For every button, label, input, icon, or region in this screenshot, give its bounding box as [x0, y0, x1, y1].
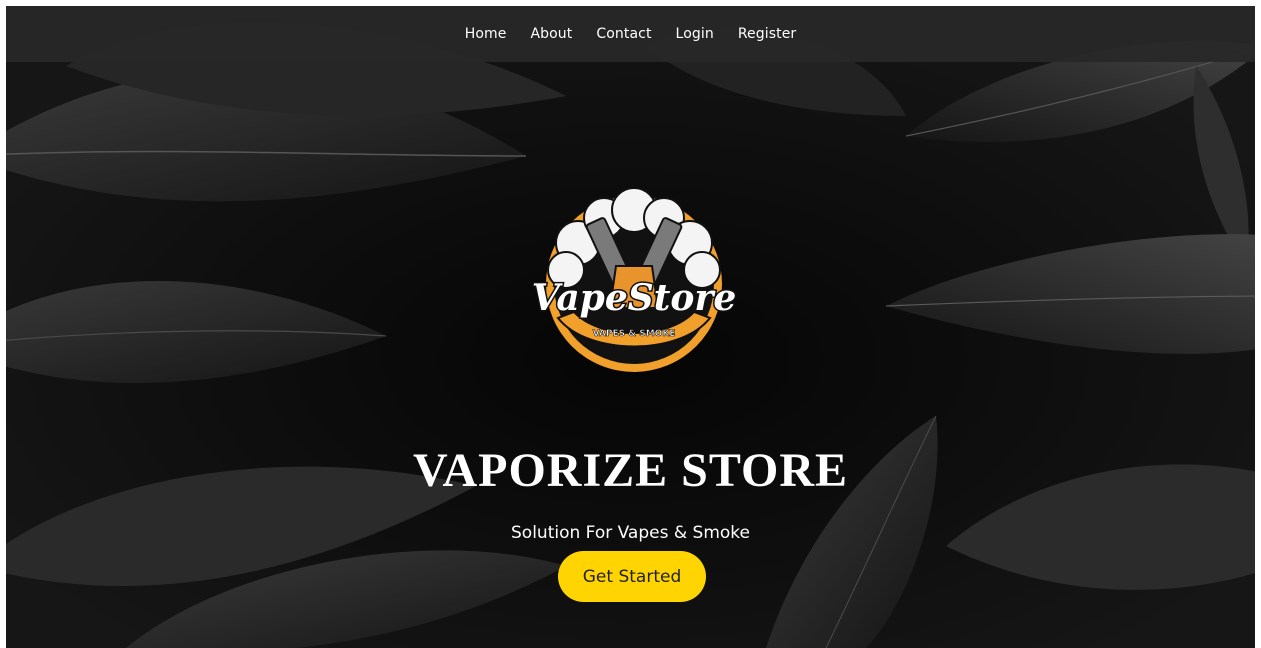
nav-home-link[interactable]: Home — [465, 26, 507, 42]
vapestore-logo: VapeStore VAPES & SMOKE — [530, 188, 738, 372]
hero-section: Home About Contact Login Register VapeSt… — [6, 6, 1255, 648]
top-navigation: Home About Contact Login Register — [6, 6, 1255, 62]
hero-title: VAPORIZE STORE — [412, 444, 849, 497]
svg-text:VAPES & SMOKE: VAPES & SMOKE — [593, 329, 676, 339]
svg-text:VapeStore: VapeStore — [532, 277, 737, 319]
get-started-button[interactable]: Get Started — [558, 551, 706, 602]
hero-subtitle: Solution For Vapes & Smoke — [511, 523, 750, 543]
nav-about-link[interactable]: About — [530, 26, 572, 42]
nav-login-link[interactable]: Login — [676, 26, 714, 42]
nav-contact-link[interactable]: Contact — [596, 26, 651, 42]
nav-register-link[interactable]: Register — [738, 26, 796, 42]
